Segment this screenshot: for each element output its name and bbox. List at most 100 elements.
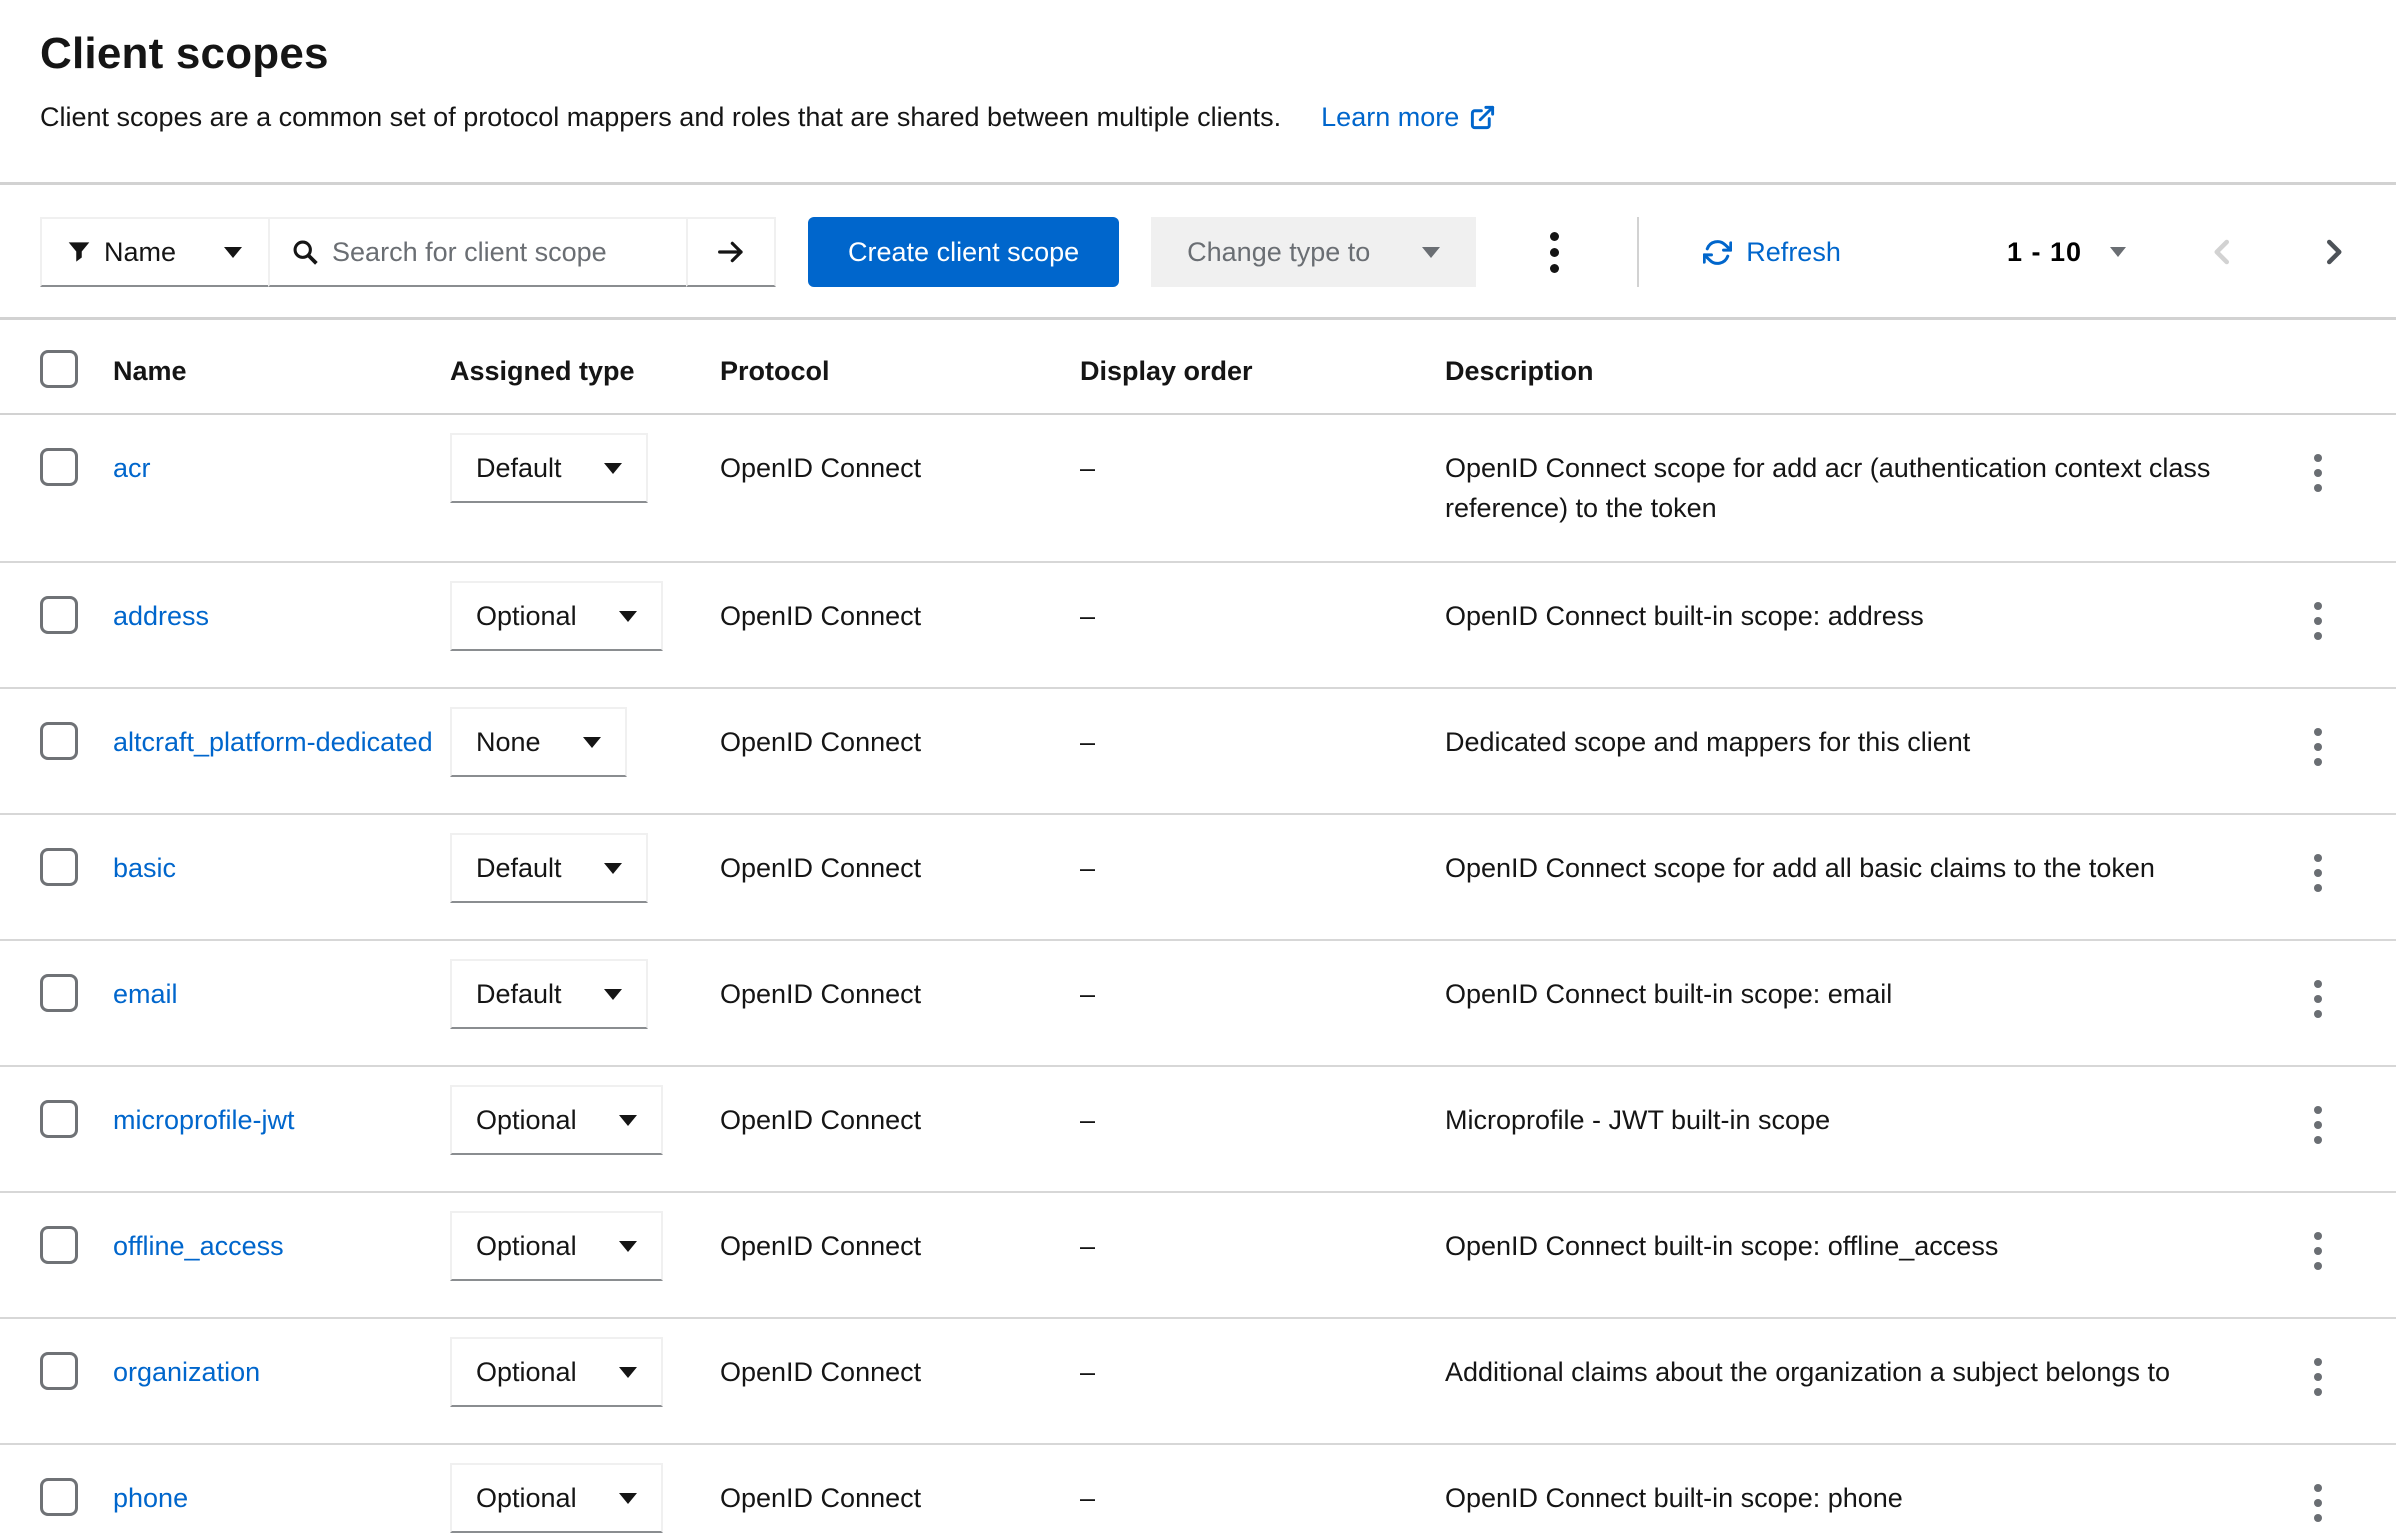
table-row: acr Default OpenID Connect – OpenID Conn… — [0, 415, 2396, 563]
page-header: Client scopes Client scopes are a common… — [0, 0, 2396, 182]
client-scope-name-link[interactable]: acr — [113, 453, 151, 483]
assigned-type-value: Default — [476, 848, 562, 888]
row-checkbox[interactable] — [40, 1352, 78, 1390]
row-checkbox[interactable] — [40, 722, 78, 760]
protocol-value: OpenID Connect — [720, 563, 1080, 687]
description-value: OpenID Connect scope for add acr (authen… — [1445, 415, 2270, 561]
table-row: altcraft_platform-dedicated None OpenID … — [0, 689, 2396, 815]
search-submit-button[interactable] — [686, 217, 776, 287]
row-checkbox[interactable] — [40, 1226, 78, 1264]
assigned-type-select[interactable]: Default — [450, 433, 648, 503]
table-row: phone Optional OpenID Connect – OpenID C… — [0, 1445, 2396, 1540]
client-scope-name-link[interactable]: organization — [113, 1357, 260, 1387]
assigned-type-value: Optional — [476, 1352, 577, 1392]
row-kebab-menu-button[interactable] — [2296, 966, 2340, 1032]
search-input[interactable] — [332, 237, 664, 268]
assigned-type-select[interactable]: Optional — [450, 581, 663, 651]
refresh-button[interactable]: Refresh — [1703, 237, 1841, 268]
client-scopes-table: Name Assigned type Protocol Display orde… — [0, 320, 2396, 1540]
client-scope-name-link[interactable]: altcraft_platform-dedicated — [113, 727, 433, 757]
client-scope-name-link[interactable]: address — [113, 601, 209, 631]
row-checkbox[interactable] — [40, 974, 78, 1012]
display-order-value: – — [1080, 1067, 1445, 1191]
row-kebab-menu-button[interactable] — [2296, 714, 2340, 780]
column-header-assigned-type: Assigned type — [450, 320, 720, 413]
assigned-type-select[interactable]: None — [450, 707, 627, 777]
display-order-value: – — [1080, 689, 1445, 813]
toolbar-kebab-menu-button[interactable] — [1532, 218, 1577, 287]
client-scope-name-link[interactable]: basic — [113, 853, 176, 883]
column-header-name: Name — [113, 320, 450, 413]
row-checkbox[interactable] — [40, 596, 78, 634]
change-type-dropdown[interactable]: Change type to — [1151, 217, 1476, 287]
assigned-type-select[interactable]: Default — [450, 833, 648, 903]
description-value: OpenID Connect built-in scope: phone — [1445, 1445, 2270, 1540]
page-subtitle: Client scopes are a common set of protoc… — [40, 98, 1281, 136]
row-kebab-menu-button[interactable] — [2296, 840, 2340, 906]
description-value: OpenID Connect built-in scope: email — [1445, 941, 2270, 1065]
assigned-type-select[interactable]: Optional — [450, 1211, 663, 1281]
description-value: OpenID Connect built-in scope: offline_a… — [1445, 1193, 2270, 1317]
search-type-dropdown[interactable]: Name — [40, 217, 270, 287]
chevron-down-icon — [619, 1493, 637, 1504]
description-value: OpenID Connect built-in scope: address — [1445, 563, 2270, 687]
description-value: Dedicated scope and mappers for this cli… — [1445, 689, 2270, 813]
row-checkbox[interactable] — [40, 448, 78, 486]
filter-selected-label: Name — [104, 237, 176, 268]
description-value: OpenID Connect scope for add all basic c… — [1445, 815, 2270, 939]
assigned-type-value: Optional — [476, 1478, 577, 1518]
row-kebab-menu-button[interactable] — [2296, 1092, 2340, 1158]
refresh-icon — [1703, 238, 1732, 267]
row-kebab-menu-button[interactable] — [2296, 1470, 2340, 1536]
protocol-value: OpenID Connect — [720, 1445, 1080, 1540]
assigned-type-value: Optional — [476, 596, 577, 636]
client-scope-name-link[interactable]: email — [113, 979, 178, 1009]
chevron-left-icon — [2208, 237, 2238, 267]
row-kebab-menu-button[interactable] — [2296, 588, 2340, 654]
previous-page-button[interactable] — [2200, 229, 2246, 275]
chevron-down-icon — [619, 1241, 637, 1252]
external-link-icon — [1469, 104, 1496, 131]
display-order-value: – — [1080, 1193, 1445, 1317]
protocol-value: OpenID Connect — [720, 1067, 1080, 1191]
row-checkbox[interactable] — [40, 1100, 78, 1138]
next-page-button[interactable] — [2310, 229, 2356, 275]
change-type-label: Change type to — [1187, 237, 1370, 268]
row-checkbox[interactable] — [40, 1478, 78, 1516]
learn-more-link[interactable]: Learn more — [1321, 98, 1496, 136]
description-value: Additional claims about the organization… — [1445, 1319, 2270, 1443]
assigned-type-select[interactable]: Optional — [450, 1463, 663, 1533]
row-kebab-menu-button[interactable] — [2296, 440, 2340, 506]
chevron-down-icon — [604, 463, 622, 474]
filter-icon — [68, 241, 90, 263]
pagination-range: 1 - 10 — [2007, 237, 2082, 268]
chevron-down-icon — [604, 989, 622, 1000]
assigned-type-select[interactable]: Default — [450, 959, 648, 1029]
description-value: Microprofile - JWT built-in scope — [1445, 1067, 2270, 1191]
row-kebab-menu-button[interactable] — [2296, 1218, 2340, 1284]
protocol-value: OpenID Connect — [720, 415, 1080, 561]
assigned-type-select[interactable]: Optional — [450, 1085, 663, 1155]
search-field — [268, 217, 688, 287]
display-order-value: – — [1080, 563, 1445, 687]
create-client-scope-button[interactable]: Create client scope — [808, 217, 1119, 287]
arrow-right-icon — [715, 236, 747, 268]
column-header-description: Description — [1445, 320, 2270, 413]
chevron-down-icon — [619, 1115, 637, 1126]
toolbar-divider — [1637, 217, 1639, 287]
assigned-type-select[interactable]: Optional — [450, 1337, 663, 1407]
client-scope-name-link[interactable]: phone — [113, 1483, 188, 1513]
display-order-value: – — [1080, 941, 1445, 1065]
table-body: acr Default OpenID Connect – OpenID Conn… — [0, 415, 2396, 1540]
column-header-display-order: Display order — [1080, 320, 1445, 413]
search-icon — [292, 239, 318, 265]
client-scope-name-link[interactable]: microprofile-jwt — [113, 1105, 295, 1135]
row-checkbox[interactable] — [40, 848, 78, 886]
column-header-protocol: Protocol — [720, 320, 1080, 413]
select-all-checkbox[interactable] — [40, 350, 78, 388]
pagination-range-dropdown[interactable]: 1 - 10 — [2007, 237, 2126, 268]
chevron-down-icon — [1422, 247, 1440, 258]
client-scope-name-link[interactable]: offline_access — [113, 1231, 284, 1261]
page-title: Client scopes — [40, 28, 2356, 80]
row-kebab-menu-button[interactable] — [2296, 1344, 2340, 1410]
